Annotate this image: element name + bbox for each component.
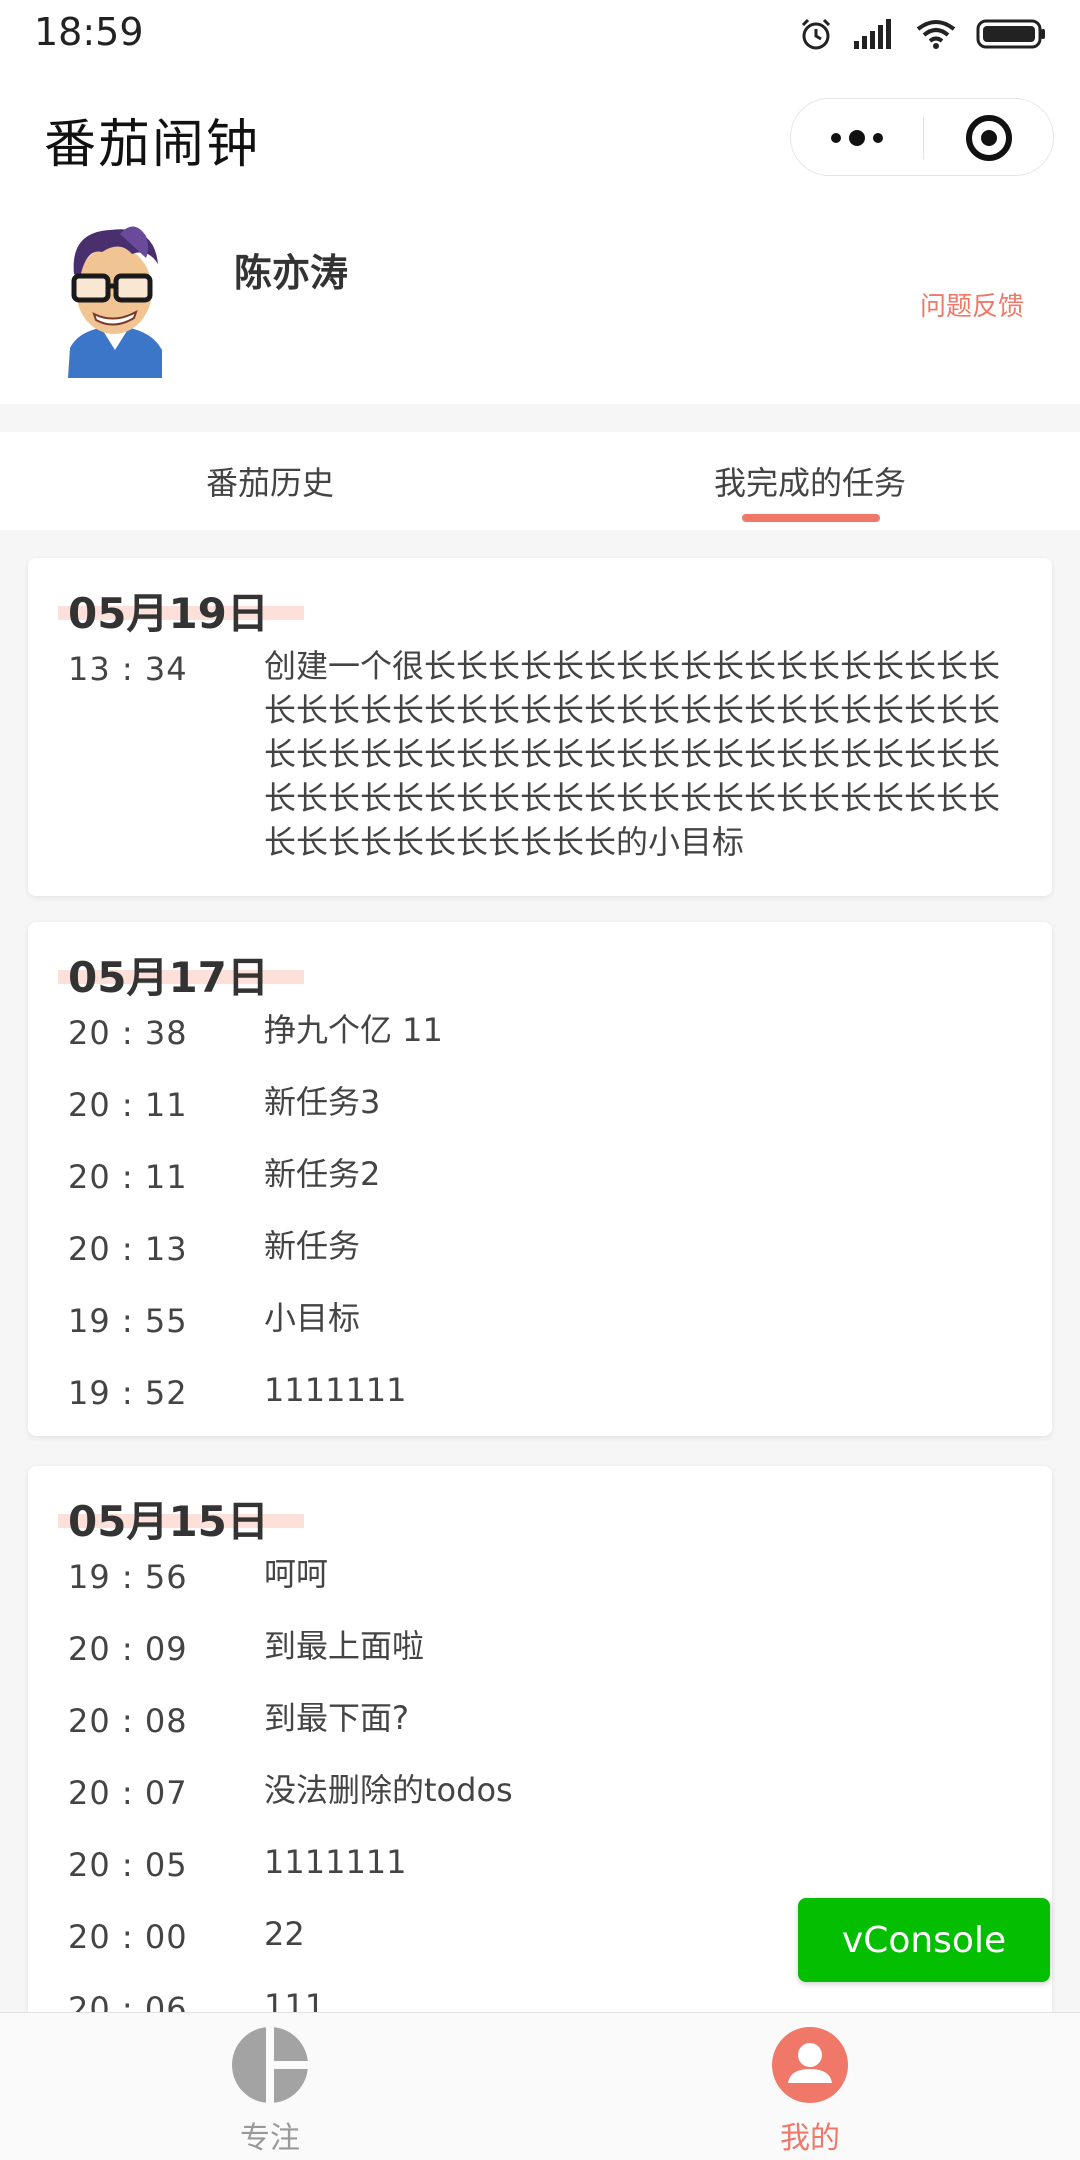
target-close-icon — [966, 115, 1012, 161]
task-text: 新任务2 — [264, 1155, 381, 1193]
task-time: 19 : 56 — [68, 1558, 188, 1596]
username: 陈亦涛 — [225, 242, 357, 297]
wifi-icon — [916, 20, 956, 49]
task-time: 20 : 38 — [68, 1014, 188, 1052]
vconsole-button[interactable]: vConsole — [798, 1898, 1050, 1982]
feedback-link[interactable]: 问题反馈 — [920, 286, 1024, 323]
task-time: 20 : 07 — [68, 1774, 188, 1812]
task-text: 1111111 — [264, 1843, 407, 1881]
bottom-tab-bar: 专注 我的 — [0, 2012, 1080, 2160]
history-tabs: 番茄历史 我完成的任务 — [0, 432, 1080, 530]
day-date: 05月15日 — [68, 1497, 269, 1546]
more-dot-icon — [831, 133, 841, 143]
status-time: 18:59 — [34, 10, 144, 54]
tabbar-item-focus[interactable]: 专注 — [0, 2013, 540, 2160]
task-text: 没法删除的todos — [264, 1771, 513, 1809]
tabbar-label-focus: 专注 — [240, 2121, 300, 2156]
day-date: 05月17日 — [68, 953, 269, 1002]
task-time: 19 : 52 — [68, 1374, 188, 1412]
task-text: 挣九个亿 11 — [264, 1011, 443, 1049]
day-date: 05月19日 — [68, 589, 269, 638]
task-text: 1111111 — [264, 1371, 407, 1409]
task-text: 新任务 — [264, 1227, 361, 1265]
task-time: 20 : 06 — [68, 1990, 188, 2012]
completed-tasks-list[interactable]: 05月19日 13 : 34 创建一个很长长长长长长长长长长长长长长长长长长长长… — [0, 530, 1080, 2012]
task-text: 呵呵 — [264, 1555, 329, 1593]
nav-bar: 番茄闹钟 — [0, 68, 1080, 198]
task-time: 20 : 00 — [68, 1918, 188, 1956]
more-options-button[interactable] — [791, 99, 923, 177]
task-time: 13 : 34 — [68, 650, 188, 688]
task-text: 创建一个很长长长长长长长长长长长长长长长长长长长长长长长长长长长长长长长长长长长… — [264, 647, 1001, 861]
task-text: 小目标 — [264, 1299, 361, 1337]
tabbar-item-mine[interactable]: 我的 — [540, 2013, 1080, 2160]
task-text: 111 — [264, 1987, 326, 2012]
alarm-icon — [801, 18, 831, 50]
task-time: 20 : 13 — [68, 1230, 188, 1268]
battery-icon — [976, 19, 1045, 49]
user-icon — [772, 2027, 848, 2103]
task-text: 新任务3 — [264, 1083, 381, 1121]
task-text: 到最上面啦 — [264, 1627, 425, 1665]
status-bar: 18:59 — [0, 0, 1080, 68]
avatar — [68, 226, 162, 378]
task-text: 到最下面? — [264, 1699, 409, 1737]
tabbar-label-mine: 我的 — [780, 2121, 840, 2156]
active-tab-indicator — [742, 514, 880, 522]
signal-icon — [854, 19, 891, 49]
focus-pie-icon — [232, 2025, 310, 2105]
task-time: 20 : 05 — [68, 1846, 188, 1884]
task-time: 19 : 55 — [68, 1302, 188, 1340]
task-time: 20 : 09 — [68, 1630, 188, 1668]
more-dot-icon — [873, 133, 883, 143]
profile-section: 陈亦涛 问题反馈 — [0, 198, 1080, 404]
page-title: 番茄闹钟 — [44, 115, 261, 175]
day-card: 05月17日 20 : 38 挣九个亿 11 20 : 11 新任务3 20 :… — [28, 922, 1052, 1436]
close-mini-program-button[interactable] — [923, 99, 1055, 177]
task-time: 20 : 08 — [68, 1702, 188, 1740]
mini-program-capsule — [790, 98, 1054, 176]
task-time: 20 : 11 — [68, 1158, 188, 1196]
more-dot-icon — [849, 130, 865, 146]
tab-tomato-history[interactable]: 番茄历史 — [0, 432, 540, 530]
task-time: 20 : 11 — [68, 1086, 188, 1124]
day-card: 05月19日 13 : 34 创建一个很长长长长长长长长长长长长长长长长长长长长… — [28, 558, 1052, 896]
status-icons — [798, 14, 1046, 54]
